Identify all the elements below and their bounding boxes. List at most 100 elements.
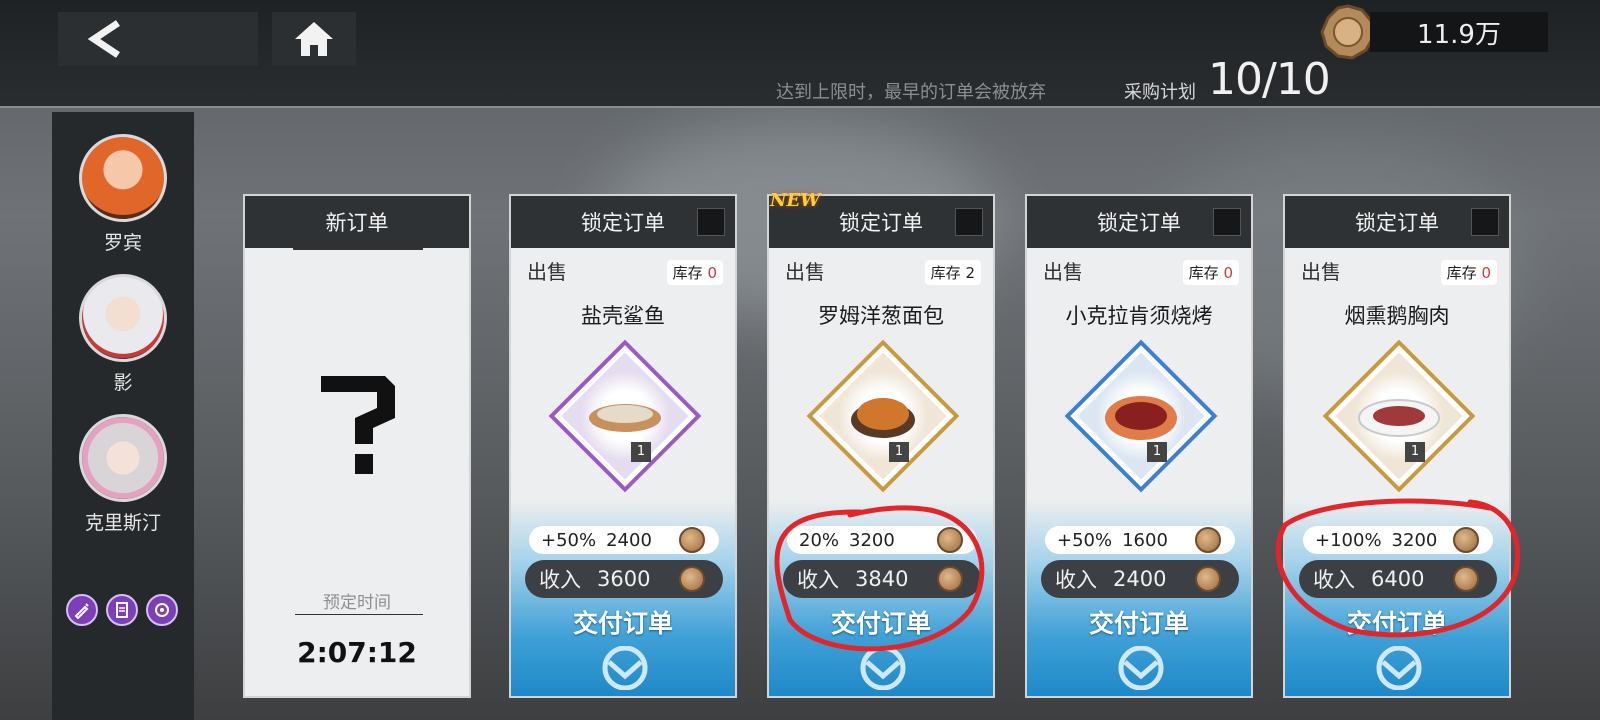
income-value: 2400 — [1113, 567, 1167, 591]
purchase-plan-value: 10/10 — [1208, 54, 1331, 105]
income-label: 收入 — [797, 568, 839, 592]
food-name: 烟熏鹅胸肉 — [1344, 304, 1450, 328]
character-name: 罗宾 — [103, 232, 142, 254]
coin-icon — [1320, 4, 1376, 60]
food-item-icon[interactable]: 1 — [554, 345, 696, 487]
coin-icon — [937, 566, 963, 592]
goose-breast-food-icon — [1358, 399, 1440, 437]
bonus-percent: +100% — [1315, 529, 1382, 551]
chevron-down-icon — [1118, 646, 1164, 690]
food-item-icon[interactable]: 1 — [812, 345, 954, 487]
card-header: 锁定订单 — [1285, 196, 1509, 248]
character-name: 影 — [113, 372, 133, 394]
chevron-down-icon — [1376, 646, 1422, 690]
card-header: 新订单 — [245, 196, 469, 248]
back-arrow-icon — [87, 20, 120, 58]
new-order-card: 新订单 预定时间 2:07:12 — [243, 194, 471, 698]
coin-icon — [937, 527, 963, 553]
deliver-order-button[interactable]: 交付订单 — [511, 604, 735, 640]
lock-checkbox[interactable] — [1213, 208, 1241, 236]
card-header: 锁定订单 — [1027, 196, 1251, 248]
food-item-icon[interactable]: 1 — [1070, 345, 1212, 487]
bread-food-icon — [851, 398, 915, 438]
card-title: 锁定订单 — [1355, 211, 1439, 235]
income-value: 6400 — [1371, 567, 1425, 591]
character-robin[interactable]: 罗宾 — [52, 134, 194, 255]
card-title: 锁定订单 — [839, 211, 923, 235]
food-name: 罗姆洋葱面包 — [818, 304, 944, 328]
income-value: 3840 — [855, 567, 909, 591]
top-bar: 11.9万 达到上限时，最早的订单会被放弃 采购计划 10/10 — [0, 0, 1600, 108]
stock-badge: 库存 0 — [1440, 260, 1497, 285]
income-value: 3600 — [597, 567, 651, 591]
bonus-value: 3200 — [849, 529, 895, 551]
bonus-percent: +50% — [1057, 529, 1113, 551]
question-mark-icon — [321, 376, 395, 474]
home-icon — [295, 22, 333, 56]
stock-badge: 库存 0 — [666, 260, 723, 285]
coin-balance: 11.9万 — [1370, 12, 1548, 52]
chevron-down-icon — [860, 646, 906, 690]
home-button[interactable] — [272, 12, 356, 66]
chevron-down-icon — [602, 646, 648, 690]
lock-checkbox[interactable] — [955, 208, 983, 236]
food-item-icon[interactable]: 1 — [1328, 345, 1470, 487]
order-limit-hint: 达到上限时，最早的订单会被放弃 — [776, 82, 1046, 103]
item-quantity: 1 — [1147, 442, 1167, 462]
item-quantity: 1 — [889, 442, 909, 462]
stock-count: 2 — [965, 264, 975, 282]
order-card: 锁定订单 出售 库存 0 烟熏鹅胸肉 1 +100% 3200 收入 6400 … — [1283, 194, 1511, 698]
bonus-value: 3200 — [1391, 529, 1438, 551]
lock-checkbox[interactable] — [697, 208, 725, 236]
coin-icon — [1453, 527, 1479, 553]
avatar — [79, 274, 167, 362]
sell-label: 出售 — [527, 260, 567, 284]
item-quantity: 1 — [1405, 442, 1425, 462]
order-card: 锁定订单 出售 库存 2 罗姆洋葱面包 1 20% 3200 收入 3840 交… — [767, 194, 995, 698]
shark-food-icon — [589, 404, 661, 432]
sell-label: 出售 — [1301, 260, 1341, 284]
skill-icons — [66, 594, 178, 626]
skill-badge-icon[interactable] — [146, 594, 178, 626]
coin-icon — [1195, 527, 1221, 553]
character-panel: 罗宾 影 克里斯汀 — [52, 112, 194, 720]
bonus-percent: +50% — [541, 529, 597, 551]
sell-label: 出售 — [785, 260, 825, 284]
income-label: 收入 — [1055, 568, 1097, 592]
lock-checkbox[interactable] — [1471, 208, 1499, 236]
deliver-order-button[interactable]: 交付订单 — [769, 604, 993, 640]
deliver-order-button[interactable]: 交付订单 — [1027, 604, 1251, 640]
divider — [295, 614, 423, 615]
new-badge: NEW — [770, 190, 821, 211]
bonus-percent: 20% — [799, 529, 840, 551]
character-christine[interactable]: 克里斯汀 — [52, 414, 194, 535]
card-title: 新订单 — [325, 211, 389, 235]
coin-icon — [679, 527, 705, 553]
income-label: 收入 — [1313, 568, 1355, 592]
purchase-plan-label: 采购计划 — [1124, 82, 1196, 103]
bonus-value: 1600 — [1122, 529, 1168, 551]
sell-label: 出售 — [1043, 260, 1083, 284]
bonus-value: 2400 — [606, 529, 652, 551]
income-label: 收入 — [539, 568, 581, 592]
food-name: 小克拉肯须烧烤 — [1065, 304, 1213, 328]
food-name: 盐壳鲨鱼 — [581, 304, 665, 328]
avatar — [79, 134, 167, 222]
stock-count: 0 — [1223, 264, 1233, 282]
stock-badge: 库存 0 — [1182, 260, 1239, 285]
header-underline — [293, 248, 423, 250]
coin-icon — [1453, 566, 1479, 592]
skill-document-icon[interactable] — [106, 594, 138, 626]
card-header: 锁定订单 — [511, 196, 735, 248]
deliver-order-button[interactable]: 交付订单 — [1285, 604, 1509, 640]
scheduled-time-label: 预定时间 — [323, 593, 391, 613]
back-button[interactable] — [58, 12, 258, 66]
stock-count: 0 — [707, 264, 717, 282]
scheduled-time: 2:07:12 — [297, 636, 417, 669]
order-card: 锁定订单 出售 库存 0 盐壳鲨鱼 1 +50% 2400 收入 3600 交付… — [509, 194, 737, 698]
character-ying[interactable]: 影 — [52, 274, 194, 395]
avatar — [79, 414, 167, 502]
skill-pen-icon[interactable] — [66, 594, 98, 626]
card-title: 锁定订单 — [581, 211, 665, 235]
order-card: 锁定订单 出售 库存 0 小克拉肯须烧烤 1 +50% 1600 收入 2400… — [1025, 194, 1253, 698]
